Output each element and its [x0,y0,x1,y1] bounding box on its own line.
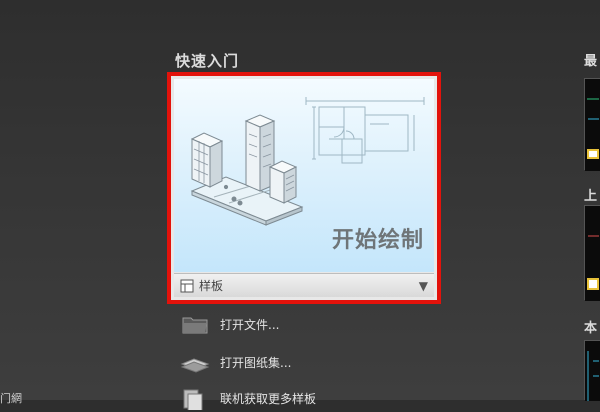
online-templates-label: 联机获取更多样板 [220,391,317,406]
chevron-down-icon[interactable]: ▼ [419,279,428,293]
recent-documents-title: 最 [584,54,598,69]
last-opened-title: 上 [584,189,598,204]
quick-start-title: 快速入门 [175,52,240,70]
open-file-label: 打开文件... [220,317,280,332]
start-drawing-illustration[interactable]: 开始绘制 [174,79,434,272]
last-opened-thumbnail[interactable] [584,205,600,301]
local-title: 本 [584,321,598,336]
online-templates-action[interactable]: 联机获取更多样板 [180,384,316,412]
left-panel-fragment: 门網 [0,392,22,405]
local-thumbnail[interactable] [584,340,600,401]
template-label: 样板 [199,279,224,293]
sheet-set-icon [180,358,210,373]
open-sheet-set-action[interactable]: 打开图纸集... [180,348,291,376]
start-drawing-caption: 开始绘制 [331,227,424,253]
folder-icon [182,317,208,334]
recent-thumbnail[interactable] [584,78,600,171]
template-icon [180,279,194,292]
open-sheet-set-label: 打开图纸集... [220,355,292,370]
template-selector[interactable]: 样板 ▼ [174,273,434,297]
start-drawing-card[interactable]: 开始绘制 样板 ▼ [167,72,441,304]
open-file-action[interactable]: 打开文件... [180,310,279,338]
online-templates-icon [183,389,203,410]
